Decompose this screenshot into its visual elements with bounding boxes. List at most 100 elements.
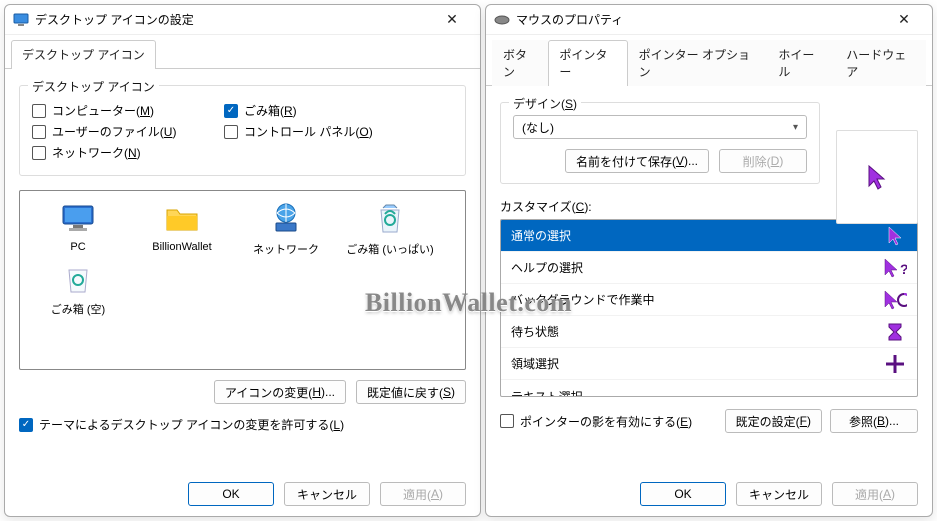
icon-label: ごみ箱 (いっぱい) bbox=[340, 241, 440, 257]
checkbox-icon: ✓ bbox=[224, 104, 238, 118]
check-computer[interactable]: コンピューター(M) bbox=[32, 102, 202, 119]
dialog-footer: OK キャンセル 適用(A) bbox=[188, 482, 466, 506]
tab-buttons[interactable]: ボタン bbox=[492, 40, 548, 86]
cursor-help-icon: ? bbox=[883, 256, 907, 280]
apply-button: 適用(A) bbox=[380, 482, 466, 506]
mouse-properties-window: マウスのプロパティ ✕ ボタン ポインター ポインター オプション ホイール ハ… bbox=[485, 4, 933, 517]
close-button[interactable]: ✕ bbox=[432, 6, 472, 34]
cust-row-busy[interactable]: 待ち状態 bbox=[501, 316, 917, 348]
close-button[interactable]: ✕ bbox=[884, 6, 924, 34]
check-control-panel[interactable]: コントロール パネル(O) bbox=[224, 123, 373, 140]
desktop-icon-settings-window: デスクトップ アイコンの設定 ✕ デスクトップ アイコン デスクトップ アイコン… bbox=[4, 4, 481, 517]
checkbox-icon: ✓ bbox=[19, 418, 33, 432]
dialog-body: デスクトップ アイコン コンピューター(M) ✓ ごみ箱(R) ユーザーのファイ… bbox=[5, 69, 480, 443]
check-label: テーマによるデスクトップ アイコンの変更を許可する(L) bbox=[39, 416, 344, 433]
icon-recycle-empty[interactable]: ごみ箱 (空) bbox=[28, 261, 128, 317]
svg-text:?: ? bbox=[900, 261, 907, 277]
check-label: コントロール パネル(O) bbox=[244, 123, 373, 140]
cursor-arrow-icon bbox=[883, 224, 907, 248]
pointer-preview bbox=[836, 130, 918, 224]
design-group: デザイン(S) (なし) ▾ 名前を付けて保存(V)... 削除(D) bbox=[500, 102, 820, 184]
tabstrip: ボタン ポインター ポインター オプション ホイール ハードウェア bbox=[486, 35, 932, 86]
cust-row-normal[interactable]: 通常の選択 bbox=[501, 220, 917, 252]
change-icon-button[interactable]: アイコンの変更(H)... bbox=[214, 380, 346, 404]
chevron-down-icon: ▾ bbox=[793, 122, 798, 133]
cust-row-precision[interactable]: 領域選択 bbox=[501, 348, 917, 380]
cust-label: 領域選択 bbox=[511, 355, 559, 372]
icon-folder[interactable]: BillionWallet bbox=[132, 201, 232, 257]
cust-label: 待ち状態 bbox=[511, 323, 559, 340]
monitor-icon bbox=[60, 201, 96, 237]
check-pointer-shadow[interactable]: ポインターの影を有効にする(E) bbox=[500, 413, 692, 430]
tab-pointers[interactable]: ポインター bbox=[548, 40, 627, 86]
icon-label: PC bbox=[28, 241, 128, 253]
cust-row-help[interactable]: ヘルプの選択 ? bbox=[501, 252, 917, 284]
check-label: コンピューター(M) bbox=[52, 102, 154, 119]
cursor-precision-icon bbox=[883, 352, 907, 376]
tab-desktop-icons[interactable]: デスクトップ アイコン bbox=[11, 40, 156, 69]
checkbox-icon bbox=[224, 125, 238, 139]
dialog-footer: OK キャンセル 適用(A) bbox=[640, 482, 918, 506]
desktop-icons-group: デスクトップ アイコン コンピューター(M) ✓ ごみ箱(R) ユーザーのファイ… bbox=[19, 85, 466, 176]
cursor-arrow-icon bbox=[867, 164, 887, 190]
titlebar: マウスのプロパティ ✕ bbox=[486, 5, 932, 35]
icon-label: ネットワーク bbox=[236, 241, 336, 257]
icon-list: PC BillionWallet ネットワーク ごみ箱 (いっぱい) ごみ箱 (… bbox=[19, 190, 466, 370]
recycle-empty-icon bbox=[60, 261, 96, 297]
icon-recycle-full[interactable]: ごみ箱 (いっぱい) bbox=[340, 201, 440, 257]
checkbox-icon bbox=[500, 414, 514, 428]
checkbox-icon bbox=[32, 125, 46, 139]
check-allow-theme[interactable]: ✓ テーマによるデスクトップ アイコンの変更を許可する(L) bbox=[19, 416, 466, 433]
cursor-busy-icon bbox=[883, 320, 907, 344]
check-label: ネットワーク(N) bbox=[52, 144, 141, 161]
ok-button[interactable]: OK bbox=[188, 482, 274, 506]
checkbox-icon bbox=[32, 146, 46, 160]
icon-label: BillionWallet bbox=[132, 241, 232, 253]
network-icon bbox=[268, 201, 304, 237]
tab-pointer-options[interactable]: ポインター オプション bbox=[628, 40, 768, 86]
cursor-working-icon bbox=[883, 288, 907, 312]
check-recycle-bin[interactable]: ✓ ごみ箱(R) bbox=[224, 102, 297, 119]
window-title: マウスのプロパティ bbox=[516, 11, 884, 28]
ok-button[interactable]: OK bbox=[640, 482, 726, 506]
icon-label: ごみ箱 (空) bbox=[28, 301, 128, 317]
select-value: (なし) bbox=[522, 119, 554, 136]
cust-label: バックグラウンドで作業中 bbox=[511, 291, 655, 308]
cancel-button[interactable]: キャンセル bbox=[736, 482, 822, 506]
icon-network[interactable]: ネットワーク bbox=[236, 201, 336, 257]
checkbox-icon bbox=[32, 104, 46, 118]
check-label: ポインターの影を有効にする(E) bbox=[520, 413, 692, 430]
dialog-body: デザイン(S) (なし) ▾ 名前を付けて保存(V)... 削除(D) カスタマ… bbox=[486, 86, 932, 443]
check-label: ユーザーのファイル(U) bbox=[52, 123, 176, 140]
recycle-full-icon bbox=[372, 201, 408, 237]
cust-row-background[interactable]: バックグラウンドで作業中 bbox=[501, 284, 917, 316]
check-user-files[interactable]: ユーザーのファイル(U) bbox=[32, 123, 202, 140]
cursor-text-icon bbox=[883, 384, 907, 397]
check-network[interactable]: ネットワーク(N) bbox=[32, 144, 141, 161]
tabstrip: デスクトップ アイコン bbox=[5, 35, 480, 69]
check-label: ごみ箱(R) bbox=[244, 102, 297, 119]
mouse-icon bbox=[494, 12, 510, 28]
cust-label: テキスト選択 bbox=[511, 388, 583, 398]
default-settings-button[interactable]: 既定の設定(F) bbox=[725, 409, 822, 433]
group-legend: デザイン(S) bbox=[509, 95, 581, 112]
cancel-button[interactable]: キャンセル bbox=[284, 482, 370, 506]
group-legend: デスクトップ アイコン bbox=[28, 78, 159, 95]
tab-wheel[interactable]: ホイール bbox=[767, 40, 835, 86]
customize-list[interactable]: 通常の選択 ヘルプの選択 ? バックグラウンドで作業中 待ち状態 領域選択 テキ… bbox=[500, 219, 918, 397]
tab-hardware[interactable]: ハードウェア bbox=[835, 40, 926, 86]
reset-default-button[interactable]: 既定値に戻す(S) bbox=[356, 380, 466, 404]
cust-row-text[interactable]: テキスト選択 bbox=[501, 380, 917, 397]
browse-button[interactable]: 参照(B)... bbox=[830, 409, 918, 433]
cust-label: ヘルプの選択 bbox=[511, 259, 583, 276]
cust-label: 通常の選択 bbox=[511, 227, 571, 244]
window-title: デスクトップ アイコンの設定 bbox=[35, 11, 432, 28]
app-icon bbox=[13, 12, 29, 28]
icon-pc[interactable]: PC bbox=[28, 201, 128, 257]
titlebar: デスクトップ アイコンの設定 ✕ bbox=[5, 5, 480, 35]
folder-icon bbox=[164, 201, 200, 237]
apply-button: 適用(A) bbox=[832, 482, 918, 506]
delete-button: 削除(D) bbox=[719, 149, 807, 173]
save-as-button[interactable]: 名前を付けて保存(V)... bbox=[565, 149, 709, 173]
design-select[interactable]: (なし) ▾ bbox=[513, 115, 807, 139]
